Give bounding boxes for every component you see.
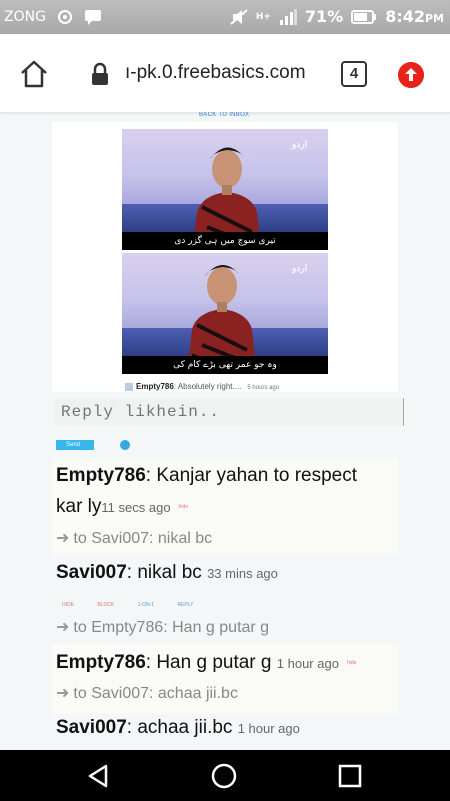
reply-to-text: to Savi007: nikal bc [73,530,213,547]
message-author[interactable]: Empty786 [56,652,146,673]
emoji-icon[interactable] [120,440,130,450]
message-line-continued: kar ly11 secs ago hide [56,496,188,518]
arrow-right-icon: ➜ [56,530,70,547]
message-text: : Kanjar yahan to respect [145,465,358,486]
status-bar: ZONG H+ 71% 8:42PM [0,0,450,34]
person-figure [194,147,260,232]
message-time: 33 mins ago [207,566,278,581]
signal-icon [279,8,297,25]
home-icon[interactable] [18,58,50,90]
watermark-logo: اردو [292,139,308,149]
post-image-top[interactable]: اردو تیری سوچ میں ہی گزر دی [122,129,328,250]
reply-to-line: ➜ to Savi007: nikal bc [56,528,212,548]
location-icon [57,10,72,24]
block-link[interactable]: BLOCK [97,602,114,608]
post-image-bottom[interactable]: اردو وہ جو عمر تھی بڑے کام کی [122,253,328,374]
message-text: : Han g putar g [145,652,272,673]
post-author[interactable]: Empty786 [136,382,174,391]
one-on-one-link[interactable]: 1-ON-1 [138,602,154,608]
message-time: 1 hour ago [276,656,339,671]
update-icon[interactable] [398,62,424,88]
arrow-right-icon: ➜ [56,619,70,636]
post-excerpt: : Absolutely right.... [173,382,242,391]
chat-page: BACK TO INBOX اردو تیری سوچ میں ہی گزر د… [0,112,450,750]
caption-bottom: وہ جو عمر تھی بڑے کام کی [122,356,328,374]
message-time: 1 hour ago [237,721,300,736]
android-nav-bar [0,750,450,801]
reply-to-line: ➜ to Empty786: Han g putar g [56,617,269,637]
message-author[interactable]: Savi007 [56,562,127,583]
reply-to-line: ➜ to Savi007: achaa jii.bc [56,683,238,703]
carrier-label: ZONG [4,9,46,25]
back-to-inbox-link[interactable]: BACK TO INBOX [199,112,249,118]
hide-link[interactable]: HIDE [62,602,74,608]
tab-switcher-button[interactable]: 4 [341,61,367,87]
hide-link[interactable]: hide [179,504,188,510]
clock: 8:42PM [385,7,444,26]
message-text: : nikal bc [126,562,202,583]
arrow-right-icon: ➜ [56,685,70,702]
message-line: Empty786: Han g putar g 1 hour ago hide [56,652,356,674]
person-figure [189,264,255,356]
reply-input[interactable] [55,398,404,426]
post-time: 5 hours ago [247,385,280,391]
reply-link[interactable]: REPLY [177,602,193,608]
post-card: اردو تیری سوچ میں ہی گزر دی اردو وہ جو ع… [52,122,398,392]
recents-icon[interactable] [337,763,363,789]
url-bar[interactable]: ı-pk.0.freebasics.com [125,62,306,84]
mute-icon [230,8,248,25]
message-text: : achaa jii.bc [126,717,233,738]
home-nav-icon[interactable] [211,763,237,789]
message-line: Empty786: Kanjar yahan to respect [56,465,357,487]
message-author[interactable]: Empty786 [56,465,146,486]
battery-icon [351,9,377,24]
user-avatar-icon [125,382,133,391]
battery-percent: 71% [304,7,344,26]
reply-to-text: to Savi007: achaa jii.bc [73,685,238,702]
message-line: Savi007: nikal bc 33 mins ago [56,562,278,584]
message-icon [84,10,101,25]
message-time: 11 secs ago [101,500,171,515]
reply-to-text: to Empty786: Han g putar g [73,619,270,636]
message-text-cont: kar ly [56,496,102,517]
browser-toolbar: ı-pk.0.freebasics.com 4 [0,34,450,113]
lock-icon[interactable] [90,62,110,86]
network-type: H+ [255,11,271,22]
caption-top: تیری سوچ میں ہی گزر دی [122,232,328,250]
watermark-logo: اردو [292,263,308,273]
back-icon[interactable] [86,763,112,789]
send-button[interactable]: Send [56,440,94,450]
message-author[interactable]: Savi007 [56,717,127,738]
hide-link[interactable]: hide [347,660,356,666]
message-line: Savi007: achaa jii.bc 1 hour ago [56,717,300,739]
post-meta: Empty786: Absolutely right.... 5 hours ag… [125,382,279,391]
message-actions: HIDE BLOCK 1-ON-1 REPLY [62,602,216,608]
